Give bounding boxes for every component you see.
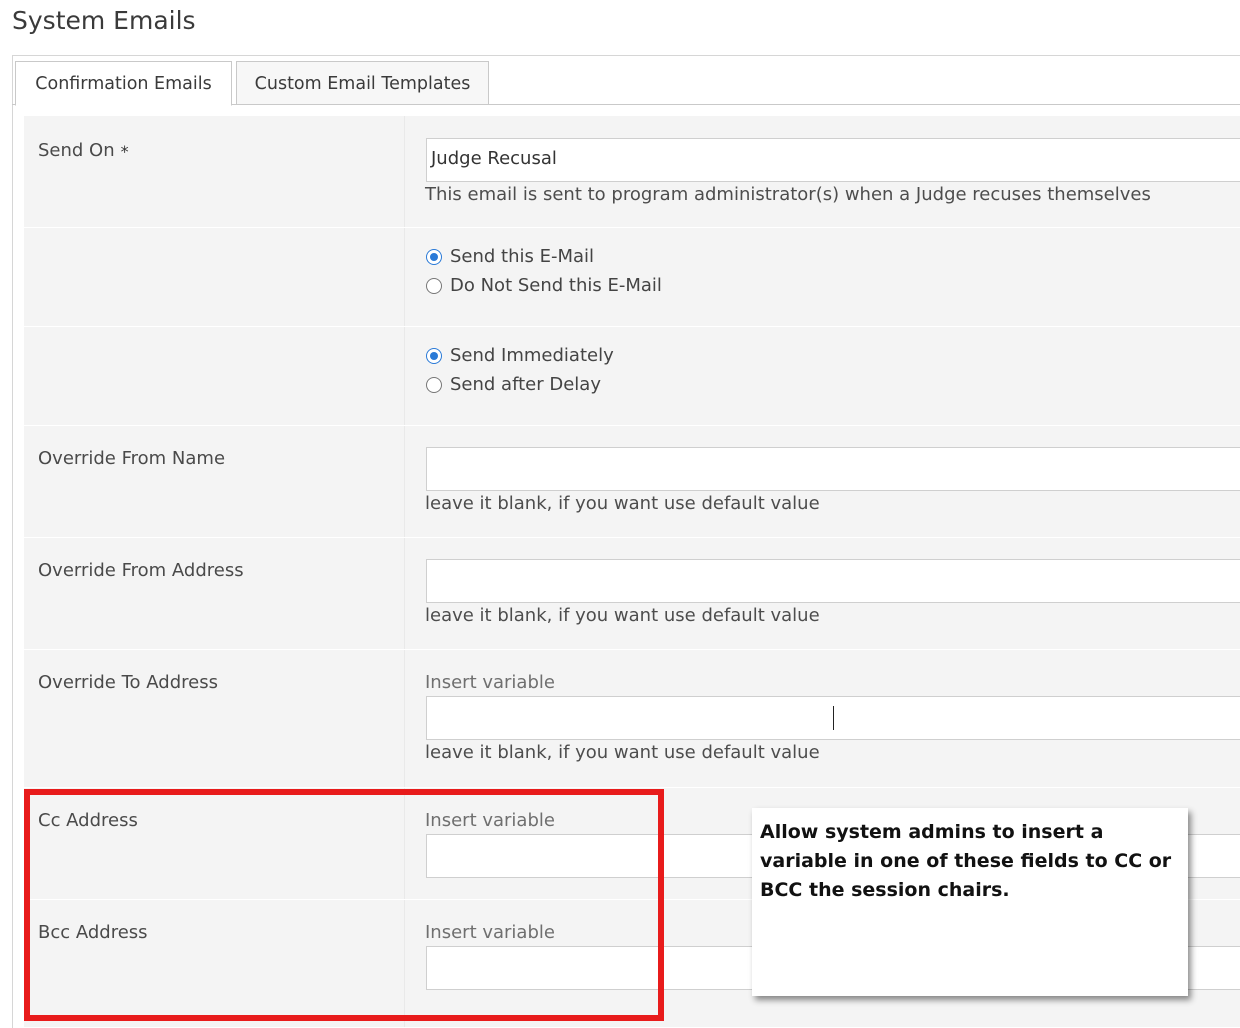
override-from-address-row: Override From Address leave it blank, if…: [24, 538, 1240, 650]
tab-confirmation-emails[interactable]: Confirmation Emails: [15, 61, 232, 106]
do-not-send-email-radio[interactable]: Do Not Send this E-Mail: [426, 275, 662, 296]
send-after-delay-radio[interactable]: Send after Delay: [426, 374, 601, 395]
override-to-address-help: leave it blank, if you want use default …: [425, 742, 820, 763]
override-to-address-label: Override To Address: [38, 672, 218, 693]
annotation-callout: Allow system admins to insert a variable…: [752, 808, 1188, 996]
override-from-name-row: Override From Name leave it blank, if yo…: [24, 426, 1240, 538]
required-asterisk-icon: *: [120, 142, 129, 161]
column-divider: [404, 538, 405, 649]
send-on-label: Send On *: [38, 140, 129, 161]
column-divider: [404, 650, 405, 787]
override-from-name-input[interactable]: [426, 447, 1240, 491]
override-from-address-label: Override From Address: [38, 560, 244, 581]
override-to-insert-variable-link[interactable]: Insert variable: [425, 672, 555, 693]
send-on-field[interactable]: Judge Recusal: [426, 138, 1240, 182]
column-divider: [404, 426, 405, 537]
send-email-radio[interactable]: Send this E-Mail: [426, 246, 594, 267]
radio-unchecked-icon: [426, 277, 442, 294]
send-immediately-radio[interactable]: Send Immediately: [426, 345, 614, 366]
column-divider: [404, 228, 405, 326]
override-from-address-help: leave it blank, if you want use default …: [425, 605, 820, 626]
send-email-label: Send this E-Mail: [450, 246, 595, 267]
override-from-address-input[interactable]: [426, 559, 1240, 603]
highlight-box: [24, 789, 664, 1021]
radio-checked-icon: [426, 347, 442, 364]
send-on-row: Send On * Judge Recusal This email is sen…: [24, 116, 1240, 228]
do-not-send-email-label: Do Not Send this E-Mail: [450, 275, 662, 296]
override-to-address-input[interactable]: [426, 696, 1240, 740]
override-to-address-row: Override To Address Insert variable leav…: [24, 650, 1240, 788]
column-divider: [404, 116, 405, 227]
column-divider: [404, 327, 405, 425]
timing-row: Send Immediately Send after Delay: [24, 327, 1240, 426]
send-on-help: This email is sent to program administra…: [425, 184, 1151, 205]
override-from-name-label: Override From Name: [38, 448, 226, 469]
override-from-name-help: leave it blank, if you want use default …: [425, 493, 820, 514]
radio-checked-icon: [426, 248, 442, 265]
send-on-label-text: Send On: [38, 140, 115, 161]
text-cursor: [833, 706, 834, 730]
tab-custom-email-templates[interactable]: Custom Email Templates: [236, 61, 489, 106]
send-after-delay-label: Send after Delay: [450, 374, 601, 395]
send-toggle-row: Send this E-Mail Do Not Send this E-Mail: [24, 228, 1240, 327]
radio-unchecked-icon: [426, 376, 442, 393]
page-title: System Emails: [12, 6, 196, 35]
send-immediately-label: Send Immediately: [450, 345, 614, 366]
tab-bar: Confirmation Emails Custom Email Templat…: [12, 55, 1240, 106]
